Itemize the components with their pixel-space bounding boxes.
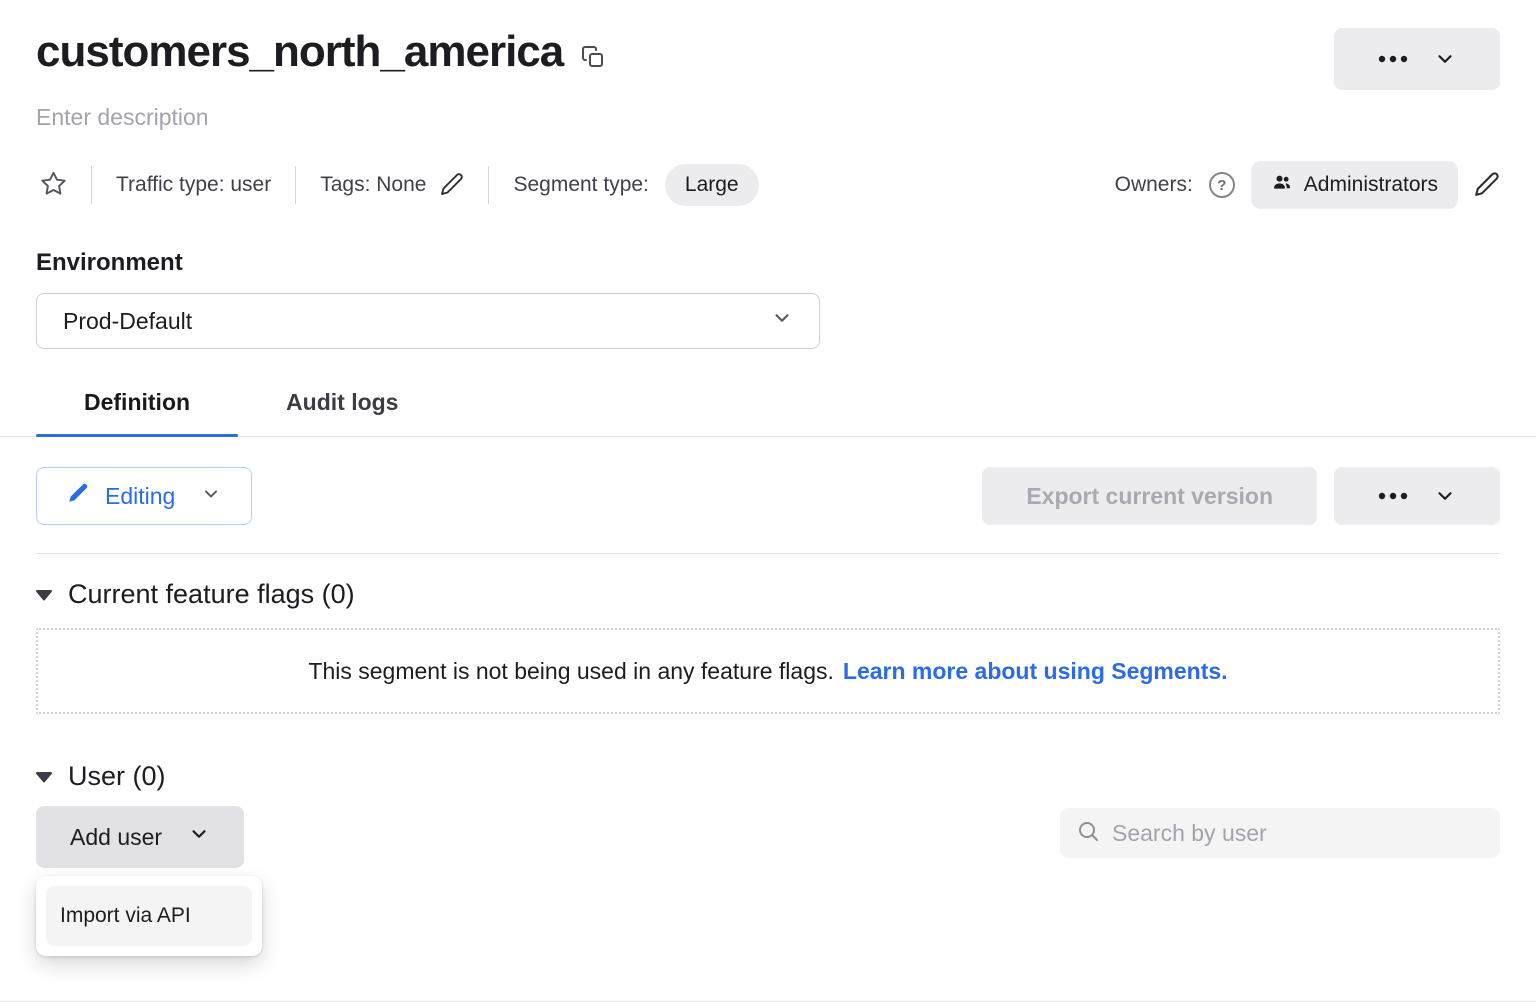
tab-bar: Definition Audit logs bbox=[0, 389, 1536, 437]
divider bbox=[488, 166, 489, 204]
environment-select[interactable]: Prod-Default bbox=[36, 293, 820, 349]
feature-flags-section: Current feature flags (0) This segment i… bbox=[36, 578, 1500, 714]
feature-flags-heading-text: Current feature flags (0) bbox=[68, 578, 355, 610]
chevron-down-icon bbox=[1434, 48, 1456, 70]
user-section-heading[interactable]: User (0) bbox=[36, 760, 1500, 792]
segment-detail-page: customers_north_america Enter descriptio… bbox=[0, 0, 1536, 868]
divider bbox=[36, 553, 1500, 554]
user-section: User (0) Add user Import via API bbox=[36, 760, 1500, 868]
edit-tags-button[interactable] bbox=[440, 172, 464, 199]
divider bbox=[91, 166, 92, 204]
collapse-caret-icon bbox=[36, 590, 52, 601]
export-current-version-button[interactable]: Export current version bbox=[982, 467, 1317, 525]
tab-audit-logs[interactable]: Audit logs bbox=[238, 389, 446, 436]
chevron-down-icon bbox=[771, 307, 793, 335]
user-controls-row: Add user Import via API bbox=[36, 806, 1500, 868]
owners-pill[interactable]: Administrators bbox=[1251, 161, 1458, 209]
add-user-label: Add user bbox=[70, 824, 162, 851]
menu-item-import-via-api[interactable]: Import via API bbox=[46, 886, 252, 946]
ellipsis-icon bbox=[1378, 492, 1408, 500]
add-user-button[interactable]: Add user bbox=[36, 806, 244, 868]
copy-icon bbox=[581, 44, 605, 73]
empty-state-text: This segment is not being used in any fe… bbox=[308, 658, 833, 685]
chevron-down-icon bbox=[188, 823, 210, 851]
pencil-icon bbox=[440, 172, 464, 199]
segment-type-label: Segment type: bbox=[513, 173, 648, 197]
edit-owners-button[interactable] bbox=[1474, 171, 1500, 200]
feature-flags-empty-state: This segment is not being used in any fe… bbox=[36, 628, 1500, 714]
description-placeholder[interactable]: Enter description bbox=[36, 104, 1500, 131]
divider bbox=[295, 166, 296, 204]
environment-selected-value: Prod-Default bbox=[63, 308, 192, 335]
tags-label: Tags: None bbox=[320, 173, 426, 197]
traffic-type-label: Traffic type: user bbox=[116, 173, 271, 197]
chevron-down-icon bbox=[1434, 485, 1456, 507]
ellipsis-icon bbox=[1378, 55, 1408, 63]
help-icon[interactable]: ? bbox=[1209, 172, 1235, 198]
definition-toolbar: Editing Export current version bbox=[36, 467, 1500, 525]
toolbar-overflow-menu-button[interactable] bbox=[1334, 467, 1500, 525]
add-user-dropdown-menu: Import via API bbox=[36, 876, 262, 956]
owners-group: Owners: ? Administrators bbox=[1115, 161, 1500, 209]
star-icon bbox=[40, 170, 67, 200]
title-row: customers_north_america bbox=[36, 0, 1500, 90]
chevron-down-icon bbox=[201, 483, 221, 510]
copy-name-button[interactable] bbox=[581, 44, 605, 73]
pencil-icon bbox=[67, 482, 89, 510]
feature-flags-heading[interactable]: Current feature flags (0) bbox=[36, 578, 1500, 610]
favorite-star-button[interactable] bbox=[40, 170, 67, 200]
owners-label: Owners: bbox=[1115, 173, 1193, 197]
learn-more-link[interactable]: Learn more about using Segments. bbox=[843, 658, 1228, 685]
toolbar-right-group: Export current version bbox=[982, 467, 1500, 525]
segment-type-badge: Large bbox=[665, 164, 759, 206]
page-title: customers_north_america bbox=[36, 28, 563, 76]
user-search-box[interactable] bbox=[1060, 808, 1500, 858]
owners-value: Administrators bbox=[1304, 173, 1438, 197]
collapse-caret-icon bbox=[36, 772, 52, 783]
meta-row: Traffic type: user Tags: None Segment ty… bbox=[36, 157, 1500, 213]
editing-label: Editing bbox=[105, 483, 175, 510]
tab-definition[interactable]: Definition bbox=[36, 389, 238, 436]
search-icon bbox=[1076, 819, 1100, 848]
add-user-wrap: Add user Import via API bbox=[36, 806, 244, 868]
environment-label: Environment bbox=[36, 249, 1500, 277]
editing-mode-button[interactable]: Editing bbox=[36, 467, 252, 525]
people-icon bbox=[1271, 172, 1293, 198]
header-overflow-menu-button[interactable] bbox=[1334, 28, 1500, 90]
user-search-input[interactable] bbox=[1112, 820, 1484, 847]
environment-section: Environment Prod-Default bbox=[36, 249, 1500, 349]
user-section-heading-text: User (0) bbox=[68, 760, 166, 792]
pencil-icon bbox=[1474, 171, 1500, 200]
